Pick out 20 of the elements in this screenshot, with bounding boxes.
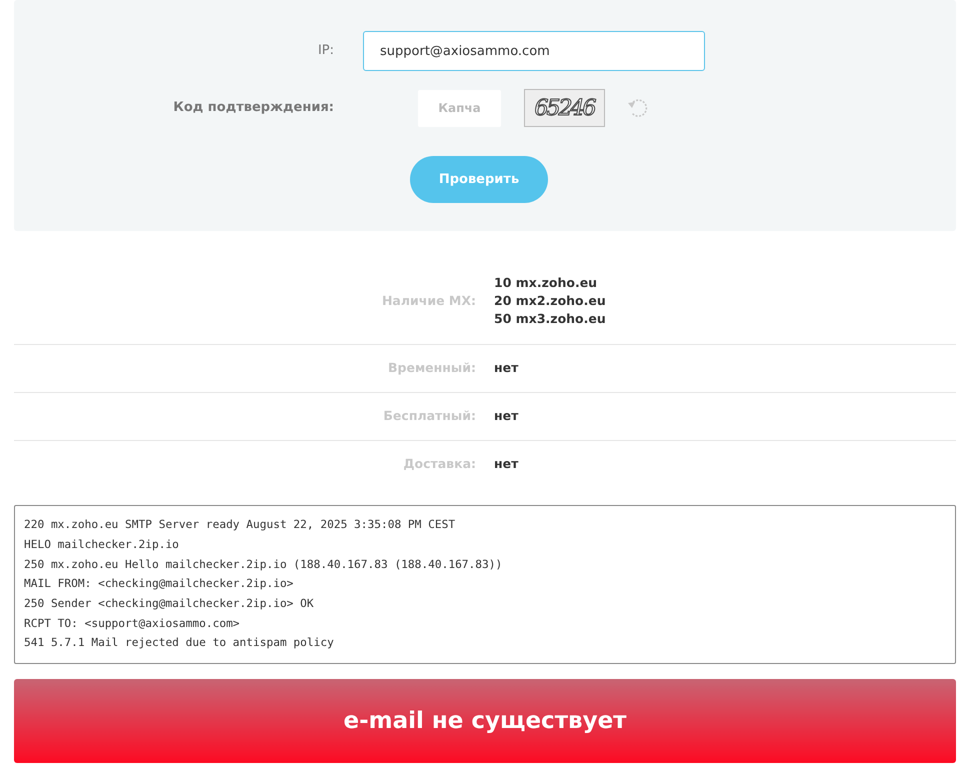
- log-line: 250 mx.zoho.eu Hello mailchecker.2ip.io (188.40.167.83 (188.40.167.83)): [24, 556, 504, 573]
- captcha-image: 65246: [524, 89, 605, 127]
- result-value: 20 mx2.zoho.eu: [494, 292, 606, 310]
- log-line: MAIL FROM: <checking@mailchecker.2ip.io>: [24, 576, 294, 592]
- result-value: нет: [494, 454, 518, 473]
- field-label: IP:: [316, 42, 334, 60]
- result-value: 50 mx3.zoho.eu: [494, 310, 606, 328]
- email-field[interactable]: support@axiosammo.com: [363, 31, 705, 71]
- log-line: 541 5.7.1 Mail rejected due to antispam policy: [24, 635, 335, 652]
- refresh-icon[interactable]: [627, 97, 649, 119]
- result-value: нет: [494, 407, 518, 426]
- field-label: Код подтверждения:: [172, 99, 334, 118]
- log-line: 220 mx.zoho.eu SMTP Server ready August 22, 2025 3:35:08 PM CEST: [24, 517, 456, 534]
- result-value: 10 mx.zoho.eu: [494, 274, 598, 292]
- log-line: RCPT TO: <support@axiosammo.com>: [24, 616, 241, 632]
- result-value: нет: [494, 359, 518, 378]
- log-line: 250 Sender <checking@mailchecker.2ip.io> OK: [24, 596, 315, 612]
- log-line: HELO mailchecker.2ip.io: [24, 536, 180, 553]
- captcha-field[interactable]: Капча: [418, 90, 501, 126]
- verdict-banner: e-mail не существует: [14, 679, 956, 764]
